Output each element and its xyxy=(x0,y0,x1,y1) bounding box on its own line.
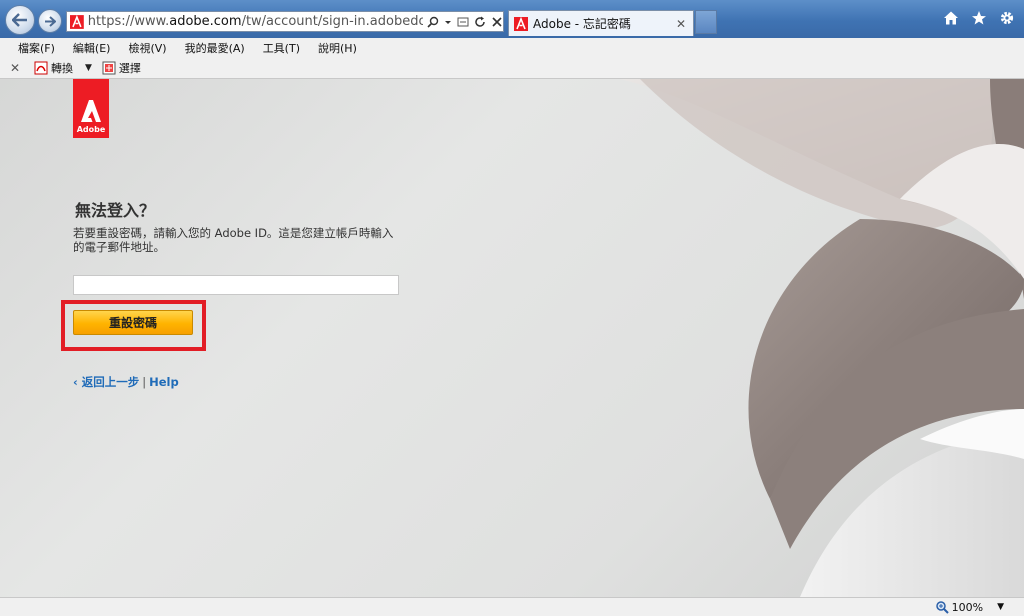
zoom-level: 100% xyxy=(951,600,984,614)
tab-title: Adobe - 忘記密碼 xyxy=(533,17,631,31)
pdf-select-icon xyxy=(102,61,116,75)
zoom-control[interactable]: 100% ▼ xyxy=(935,600,1004,614)
page-title: 無法登入？ xyxy=(75,201,156,220)
menu-item-edit[interactable]: 編輯(E) xyxy=(73,40,111,56)
browser-title-bar: https://www.adobe.com/tw/account/sign-in… xyxy=(0,0,1024,38)
compatibility-view-icon[interactable] xyxy=(457,16,469,28)
gear-icon[interactable] xyxy=(998,10,1016,28)
menu-item-favorites[interactable]: 我的最愛(A) xyxy=(185,40,245,56)
adobe-favicon-icon xyxy=(514,16,528,31)
back-link[interactable]: ‹ 返回上一步 xyxy=(73,375,139,389)
adobe-logo[interactable]: Adobe xyxy=(73,79,109,138)
refresh-icon[interactable] xyxy=(474,16,486,28)
url-text[interactable]: https://www.adobe.com/tw/account/sign-in… xyxy=(88,14,423,29)
link-separator: | xyxy=(142,375,147,389)
select-button[interactable]: 選擇 xyxy=(102,60,141,76)
forward-button[interactable] xyxy=(38,9,62,33)
menu-item-help[interactable]: 說明(H) xyxy=(318,40,357,56)
pdf-convert-icon xyxy=(34,61,48,75)
web-content: Adobe 無法登入？ 若要重設密碼，請輸入您的 Adobe ID。這是您建立帳… xyxy=(0,79,1024,597)
back-button[interactable] xyxy=(5,5,35,35)
convert-button[interactable]: 轉換 xyxy=(34,60,73,76)
menu-bar: 檔案(F) 編輯(E) 檢視(V) 我的最愛(A) 工具(T) 說明(H) xyxy=(0,38,1024,58)
url-domain: adobe.com xyxy=(169,14,242,29)
close-toolbar-icon[interactable]: ✕ xyxy=(6,61,24,75)
url-path: /tw/account/sign-in.adobedotcom.htm xyxy=(241,14,423,29)
menu-item-file[interactable]: 檔案(F) xyxy=(18,40,55,56)
command-bar: ✕ 轉換 ▼ 選擇 xyxy=(0,58,1024,79)
reset-password-button[interactable]: 重設密碼 xyxy=(73,310,193,335)
convert-dropdown-icon[interactable]: ▼ xyxy=(85,63,92,73)
footer-links: ‹ 返回上一步 | Help xyxy=(73,374,179,390)
new-tab-button[interactable] xyxy=(695,10,717,34)
menu-item-tools[interactable]: 工具(T) xyxy=(263,40,300,56)
search-icon[interactable] xyxy=(427,16,439,28)
arrow-left-icon xyxy=(12,13,27,27)
address-bar[interactable]: https://www.adobe.com/tw/account/sign-in… xyxy=(66,11,504,32)
select-label: 選擇 xyxy=(118,62,141,75)
zoom-dropdown-icon[interactable]: ▼ xyxy=(997,602,1004,612)
adobe-a-icon xyxy=(81,100,101,122)
adobe-logo-text: Adobe xyxy=(76,125,106,134)
tab-close-icon[interactable]: ✕ xyxy=(673,17,689,31)
adobe-id-email-input[interactable] xyxy=(73,275,399,295)
tab-adobe-forgot-password[interactable]: Adobe - 忘記密碼 ✕ xyxy=(508,10,694,36)
adobe-favicon-icon xyxy=(70,14,84,29)
favorites-star-icon[interactable] xyxy=(970,10,988,28)
home-icon[interactable] xyxy=(942,10,960,28)
url-prefix: https://www. xyxy=(87,14,170,29)
help-link[interactable]: Help xyxy=(149,375,179,389)
stop-icon[interactable] xyxy=(491,16,503,28)
page-description: 若要重設密碼，請輸入您的 Adobe ID。這是您建立帳戶時輸入的電子郵件地址。 xyxy=(73,226,394,254)
status-bar: 100% ▼ xyxy=(0,597,1024,616)
menu-item-view[interactable]: 檢視(V) xyxy=(128,40,166,56)
arrow-right-icon xyxy=(45,15,56,27)
chevron-down-icon[interactable] xyxy=(444,16,452,28)
convert-label: 轉換 xyxy=(51,62,73,75)
zoom-magnifier-icon xyxy=(935,601,949,614)
